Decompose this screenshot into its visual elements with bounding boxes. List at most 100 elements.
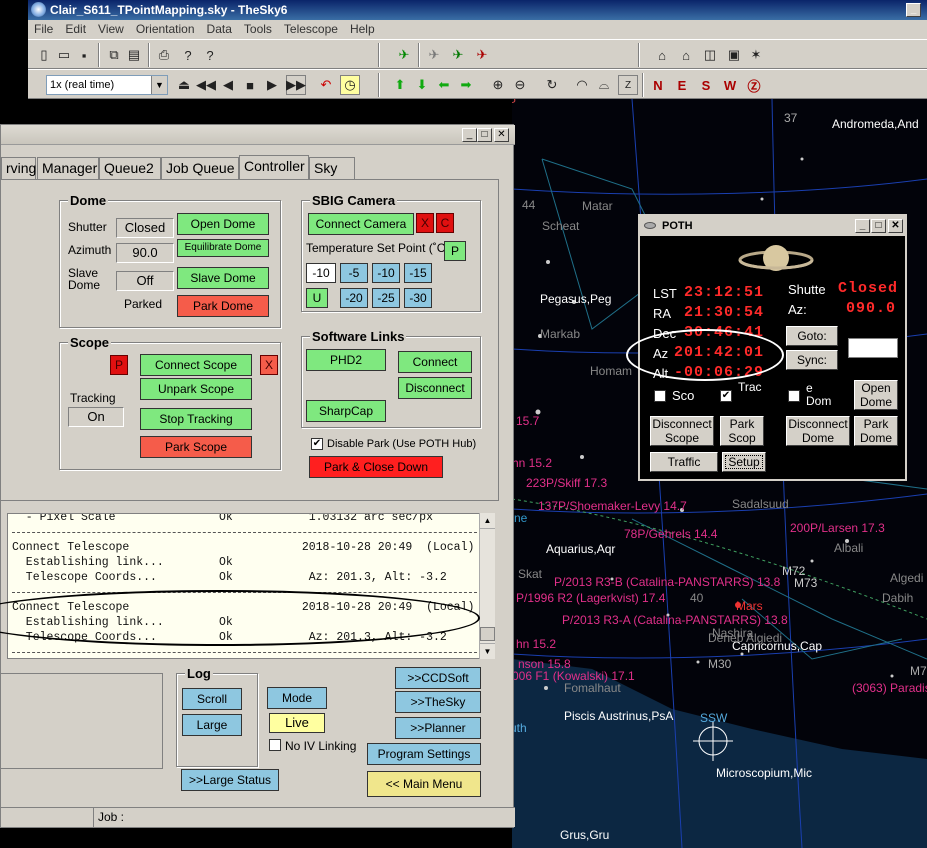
north-icon[interactable]: N — [648, 75, 668, 95]
temperature-setpoint-input[interactable]: -10 — [306, 263, 336, 283]
telescope-link-icon[interactable]: ✈ — [424, 45, 444, 65]
temp-button[interactable]: -30 — [404, 288, 432, 308]
thesky-button[interactable]: >>TheSky — [395, 691, 481, 713]
temp-button[interactable]: -20 — [340, 288, 368, 308]
wand-icon[interactable]: ✶ — [746, 45, 766, 65]
stop-tracking-button[interactable]: Stop Tracking — [140, 408, 252, 430]
arrow-right-icon[interactable]: ➡ — [456, 75, 476, 95]
minimize-button[interactable]: _ — [906, 3, 921, 17]
park-dome-button[interactable]: Park Dome — [177, 295, 269, 317]
zenith-icon[interactable]: Z — [618, 75, 638, 95]
poth-maximize-button[interactable]: □ — [871, 219, 886, 233]
zenith-circle-icon[interactable]: Ⓩ — [744, 75, 764, 95]
goto-input[interactable] — [848, 338, 898, 358]
undo-icon[interactable]: ↶ — [316, 75, 336, 95]
open-icon[interactable]: ▭ — [54, 45, 74, 65]
fast-forward-icon[interactable]: ▶▶ — [286, 75, 306, 95]
scroll-thumb[interactable] — [480, 627, 495, 641]
close-button[interactable]: ✕ — [494, 128, 509, 142]
menu-help[interactable]: Help — [350, 20, 375, 39]
poth-close-button[interactable]: ✕ — [888, 219, 903, 233]
scope-p-button[interactable]: P — [110, 355, 128, 375]
tab-sky[interactable]: Sky — [309, 157, 355, 179]
arrow-up-icon[interactable]: ⬆ — [390, 75, 410, 95]
context-help-icon[interactable]: ? — [200, 45, 220, 65]
temp-button[interactable]: -15 — [404, 263, 432, 283]
goto-button[interactable]: Goto: — [786, 326, 838, 346]
new-icon[interactable]: ▯ — [34, 45, 54, 65]
menu-file[interactable]: File — [34, 20, 53, 39]
scope-checkbox[interactable] — [654, 390, 666, 402]
menu-view[interactable]: View — [98, 20, 124, 39]
open-dome-button[interactable]: Open Dome — [177, 213, 269, 235]
arrow-left-icon[interactable]: ⬅ — [434, 75, 454, 95]
meridian-icon[interactable]: ⌓ — [594, 75, 614, 95]
poth-disconnect-scope-button[interactable]: Disconnect Scope — [650, 416, 714, 446]
no-iv-linking-checkbox[interactable] — [269, 739, 281, 751]
connect-scope-button[interactable]: Connect Scope — [140, 354, 252, 376]
camera-u-button[interactable]: U — [306, 288, 328, 308]
menu-telescope[interactable]: Telescope — [284, 20, 338, 39]
temp-button[interactable]: -10 — [372, 263, 400, 283]
focuser-icon[interactable]: ▣ — [724, 45, 744, 65]
arrow-down-icon[interactable]: ⬇ — [412, 75, 432, 95]
paste-icon[interactable]: ▤ — [124, 45, 144, 65]
poth-park-scope-button[interactable]: Park Scop — [720, 416, 764, 446]
connect-software-button[interactable]: Connect — [398, 351, 472, 373]
menu-tools[interactable]: Tools — [244, 20, 272, 39]
equilibrate-dome-button[interactable]: Equilibrate Dome — [177, 239, 269, 257]
eject-icon[interactable]: ⏏ — [174, 75, 194, 95]
camera-p-button[interactable]: P — [444, 241, 466, 261]
zoom-out-icon[interactable]: ⊖ — [510, 75, 530, 95]
print-icon[interactable]: ⎙ — [154, 45, 174, 65]
scope-disconnect-button[interactable]: X — [260, 355, 278, 375]
planner-button[interactable]: >>Planner — [395, 717, 481, 739]
help-icon[interactable]: ? — [178, 45, 198, 65]
tab-queue2[interactable]: Queue2 — [99, 157, 161, 179]
camera-disconnect-button[interactable]: X — [416, 213, 434, 233]
menu-data[interactable]: Data — [207, 20, 232, 39]
telescope-icon[interactable]: ✈ — [394, 45, 414, 65]
mode-button[interactable]: Mode — [267, 687, 327, 709]
disable-park-checkbox[interactable]: ✔ — [311, 438, 323, 450]
program-settings-button[interactable]: Program Settings — [367, 743, 481, 765]
main-menu-button[interactable]: << Main Menu — [367, 771, 481, 797]
log-scrollbar[interactable]: ▲ ▼ — [479, 513, 495, 659]
dome-checkbox[interactable] — [788, 390, 800, 402]
menu-orientation[interactable]: Orientation — [136, 20, 195, 39]
poth-park-dome-button[interactable]: Park Dome — [854, 416, 898, 446]
tab-job-queue[interactable]: Job Queue — [161, 157, 239, 179]
minimize-button[interactable]: _ — [462, 128, 477, 142]
sync-button[interactable]: Sync: — [786, 350, 838, 370]
camera-c-button[interactable]: C — [436, 213, 454, 233]
scroll-up-icon[interactable]: ▲ — [480, 513, 495, 529]
poth-minimize-button[interactable]: _ — [855, 219, 870, 233]
menu-edit[interactable]: Edit — [65, 20, 86, 39]
disconnect-software-button[interactable]: Disconnect — [398, 377, 472, 399]
west-icon[interactable]: W — [720, 75, 740, 95]
zoom-in-icon[interactable]: ⊕ — [488, 75, 508, 95]
copy-icon[interactable]: ⧉ — [104, 45, 124, 65]
connect-camera-button[interactable]: Connect Camera — [308, 213, 414, 235]
setup-button[interactable]: Setup — [722, 452, 766, 472]
large-button[interactable]: Large — [182, 714, 242, 736]
time-speed-select[interactable]: 1x (real time) ▼ — [46, 75, 168, 95]
ccdsoft-button[interactable]: >>CCDSoft — [395, 667, 481, 689]
sharpcap-button[interactable]: SharpCap — [306, 400, 386, 422]
save-icon[interactable]: ▪ — [74, 45, 94, 65]
phd2-button[interactable]: PHD2 — [306, 349, 386, 371]
park-close-down-button[interactable]: Park & Close Down — [309, 456, 443, 478]
maximize-button[interactable]: □ — [477, 128, 492, 142]
fast-rewind-icon[interactable]: ◀◀ — [196, 75, 216, 95]
observatory-icon[interactable]: ⌂ — [652, 45, 672, 65]
large-status-button[interactable]: >>Large Status — [181, 769, 279, 791]
step-forward-icon[interactable]: ▶ — [262, 75, 282, 95]
poth-disconnect-dome-button[interactable]: Disconnect Dome — [786, 416, 850, 446]
unpark-scope-button[interactable]: Unpark Scope — [140, 378, 252, 400]
temp-button[interactable]: -5 — [340, 263, 368, 283]
telescope-slew-icon[interactable]: ✈ — [448, 45, 468, 65]
horizon-icon[interactable]: ◠ — [572, 75, 592, 95]
traffic-button[interactable]: Traffic — [650, 452, 718, 472]
dome-icon[interactable]: ⌂ — [676, 45, 696, 65]
tab-controller[interactable]: Controller — [239, 155, 309, 179]
